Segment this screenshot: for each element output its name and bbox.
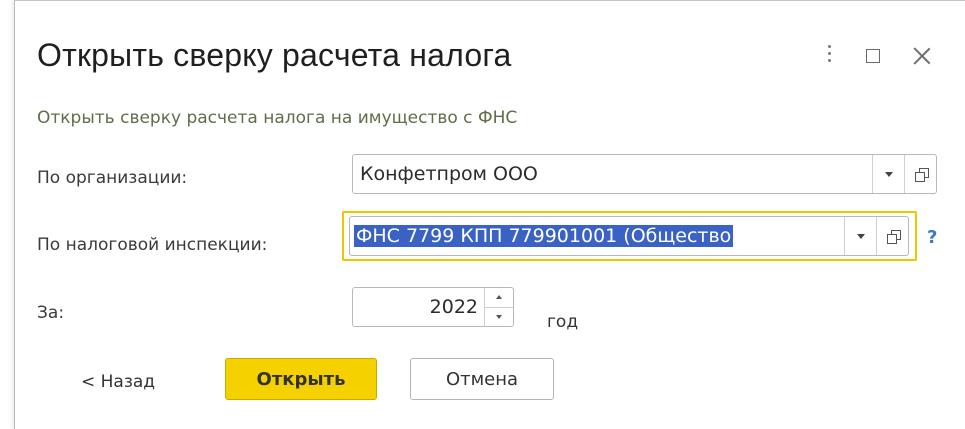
spin-down-button[interactable]	[485, 308, 513, 327]
organization-value[interactable]: Конфетпром ООО	[353, 163, 872, 185]
year-spin-buttons[interactable]	[484, 288, 513, 326]
tax-inspection-focus-frame: ФНС 7799 КПП 779901001 (Общество	[342, 211, 917, 261]
year-stepper[interactable]: 2022	[352, 287, 514, 327]
organization-field[interactable]: Конфетпром ООО	[352, 154, 937, 194]
open-in-window-icon	[914, 167, 929, 182]
period-label: За:	[37, 303, 65, 323]
cancel-button[interactable]: Отмена	[410, 358, 554, 400]
year-input[interactable]: 2022	[353, 296, 484, 318]
back-button[interactable]: < Назад	[81, 372, 155, 392]
open-button[interactable]: Открыть	[225, 358, 377, 400]
spin-down-icon	[496, 314, 502, 319]
spin-up-icon	[496, 295, 502, 300]
dropdown-icon	[856, 233, 865, 239]
help-icon[interactable]: ?	[927, 227, 937, 248]
dialog-window: Открыть сверку расчета налога Открыть св…	[14, 0, 965, 429]
dialog-title: Открыть сверку расчета налога	[37, 37, 512, 73]
maximize-icon[interactable]	[866, 49, 880, 63]
dialog-subtitle: Открыть сверку расчета налога на имущест…	[37, 108, 518, 128]
spin-up-button[interactable]	[485, 288, 513, 308]
dropdown-icon	[884, 171, 893, 177]
organization-dropdown-button[interactable]	[872, 155, 904, 193]
open-in-window-icon	[886, 229, 901, 244]
tax-inspection-value[interactable]: ФНС 7799 КПП 779901001 (Общество	[350, 225, 844, 247]
period-unit-label: год	[547, 312, 579, 332]
tax-inspection-open-button[interactable]	[876, 217, 908, 255]
tax-inspection-label: По налоговой инспекции:	[37, 235, 268, 255]
organization-open-button[interactable]	[904, 155, 936, 193]
close-icon[interactable]	[911, 45, 933, 67]
tax-inspection-field[interactable]: ФНС 7799 КПП 779901001 (Общество	[349, 216, 909, 256]
selected-text: ФНС 7799 КПП 779901001 (Общество	[354, 225, 734, 247]
tax-inspection-dropdown-button[interactable]	[844, 217, 876, 255]
more-actions-icon[interactable]	[827, 45, 833, 69]
organization-label: По организации:	[37, 168, 188, 188]
